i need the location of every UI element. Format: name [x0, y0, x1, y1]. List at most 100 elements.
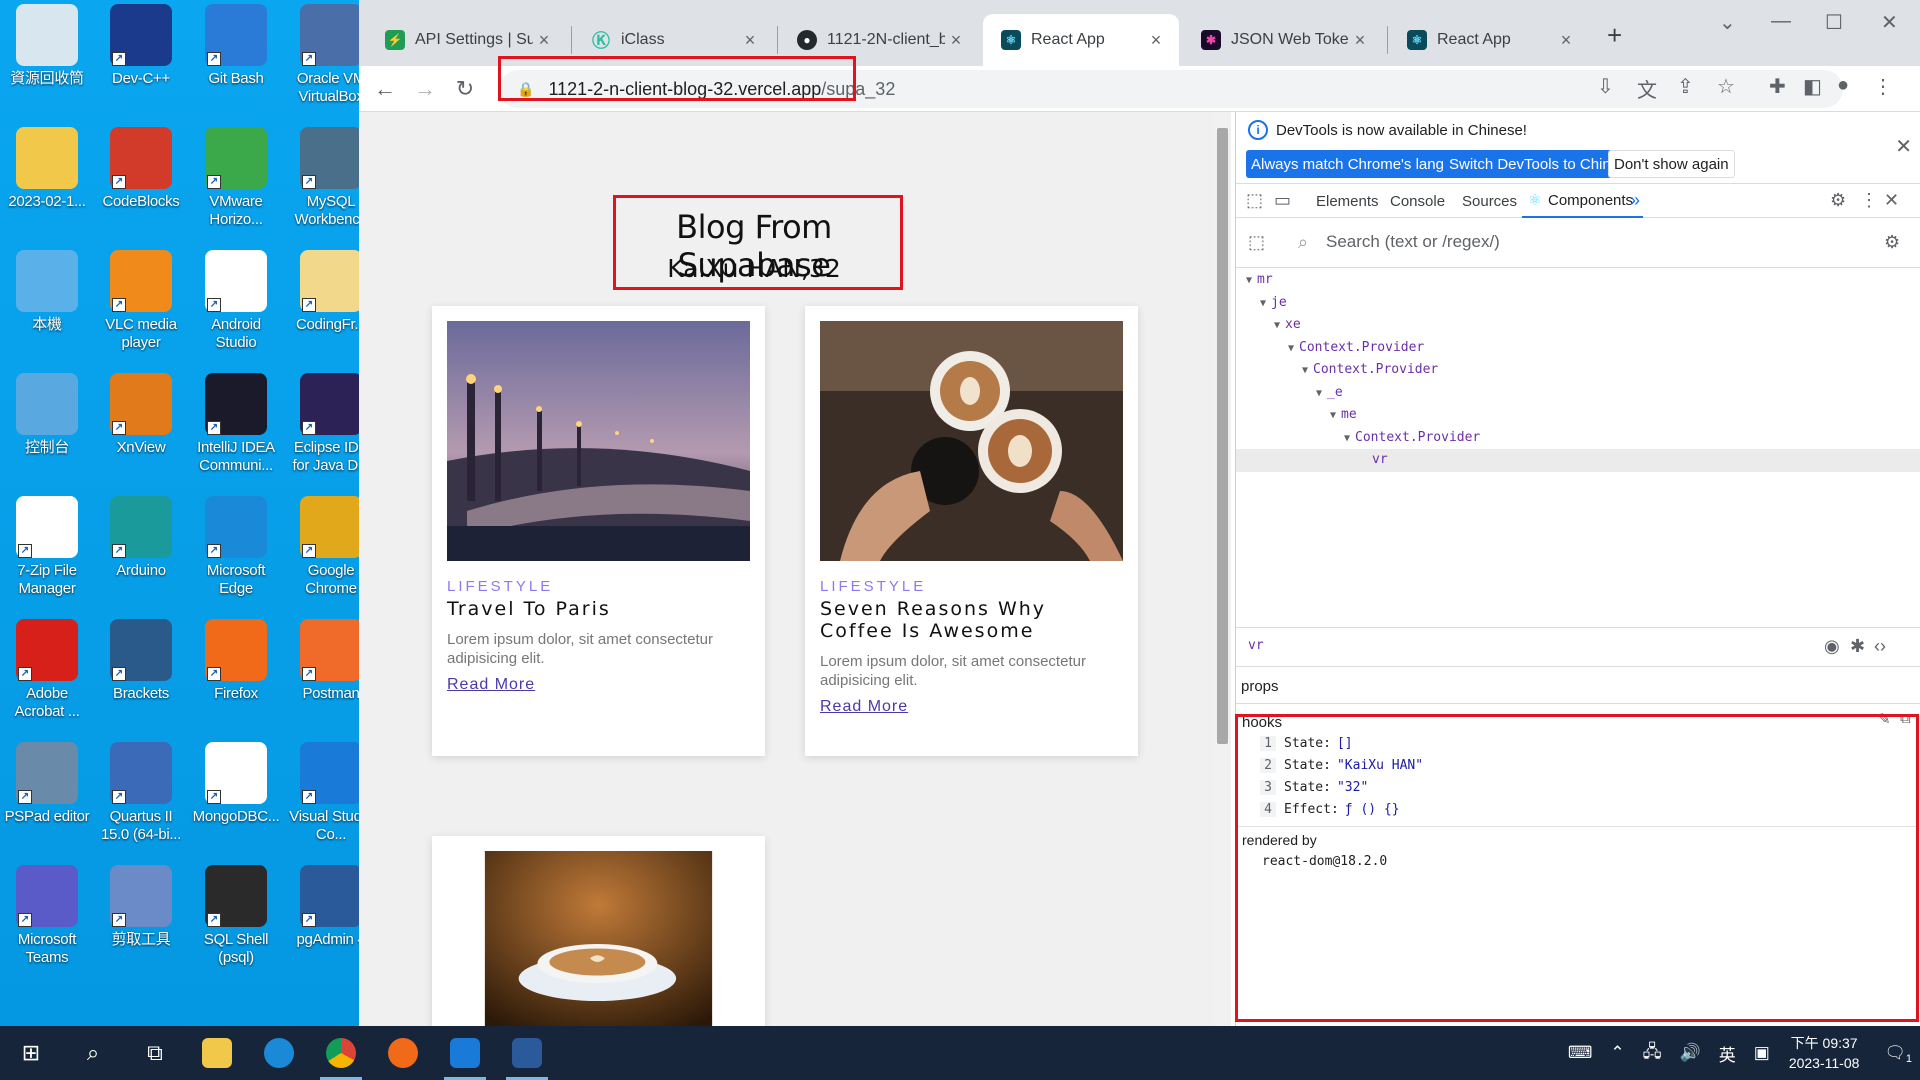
menu-kebab-icon[interactable]: ⋮ — [1873, 74, 1893, 99]
inspect-element-icon[interactable]: ⬚ — [1246, 190, 1263, 211]
close-icon[interactable]: × — [1349, 30, 1371, 51]
tab-jwt[interactable]: ✱ JSON Web Token × — [1183, 14, 1383, 66]
desktop-icon[interactable]: 控制台 — [0, 369, 94, 487]
settings-gear-icon[interactable]: ⚙ — [1830, 190, 1846, 211]
reload-button[interactable]: ↻ — [445, 69, 485, 109]
forward-button[interactable]: → — [405, 69, 445, 109]
dont-show-again-button[interactable]: Don't show again — [1608, 150, 1735, 178]
page-scrollbar[interactable] — [1214, 112, 1231, 1026]
desktop-icon[interactable]: ↗ VLC media player — [94, 246, 188, 364]
tab-components[interactable]: ⚛ Components — [1522, 184, 1644, 218]
read-more-link[interactable]: Read More — [447, 676, 535, 694]
start-button[interactable]: ⊞ — [0, 1026, 62, 1080]
search-input[interactable]: Search (text or /regex/) — [1326, 232, 1500, 252]
desktop-icon[interactable]: ↗ Brackets — [94, 615, 188, 733]
desktop-icon[interactable]: ↗ SQL Shell (psql) — [189, 861, 283, 979]
ime-mode-icon[interactable]: ▣ — [1754, 1043, 1770, 1063]
desktop-icon[interactable]: ↗ Android Studio — [189, 246, 283, 364]
extensions-icon[interactable]: ✚ — [1769, 74, 1786, 99]
tree-node[interactable]: ▼ _e — [1236, 382, 1920, 405]
settings-gear-icon[interactable]: ⚙ — [1884, 232, 1900, 253]
bookmark-star-icon[interactable]: ☆ — [1717, 74, 1735, 99]
back-button[interactable]: ← — [365, 69, 405, 109]
task-view-icon[interactable]: ⧉ — [124, 1026, 186, 1080]
install-icon[interactable]: ⇩ — [1597, 74, 1614, 99]
tab-elements[interactable]: Elements — [1316, 184, 1379, 218]
taskbar-vscode[interactable] — [434, 1026, 496, 1080]
desktop-icon[interactable]: ↗ XnView — [94, 369, 188, 487]
desktop-icon[interactable]: ↗ IntelliJ IDEA Communi... — [189, 369, 283, 487]
maximize-button[interactable]: ☐ — [1825, 10, 1843, 35]
desktop-icon[interactable]: ↗ Eclipse IDE for Java D... — [284, 369, 359, 487]
minimize-button[interactable]: — — [1771, 10, 1791, 33]
tab-console[interactable]: Console — [1390, 184, 1445, 218]
more-options-icon[interactable]: ⋮ — [1860, 190, 1878, 211]
tab-react-app[interactable]: ⚛ React App × — [1389, 14, 1589, 66]
tree-node-selected[interactable]: vr — [1236, 449, 1920, 472]
tree-node[interactable]: ▼ Context.Provider — [1236, 427, 1920, 450]
desktop-icon[interactable]: ↗ CodingFr... — [284, 246, 359, 364]
tree-node[interactable]: ▼ Context.Provider — [1236, 337, 1920, 360]
desktop-icon[interactable]: ↗ Dev-C++ — [94, 0, 188, 118]
taskbar-file-explorer[interactable] — [186, 1026, 248, 1080]
profile-avatar-icon[interactable]: ● — [1837, 74, 1849, 97]
desktop-icon[interactable]: ↗ Git Bash — [189, 0, 283, 118]
tree-node[interactable]: ▼ xe — [1236, 314, 1920, 337]
desktop-icon[interactable]: ↗ MongoDBC... — [189, 738, 283, 856]
desktop-icon[interactable]: ↗ Microsoft Teams — [0, 861, 94, 979]
desktop-icon[interactable]: ↗ Microsoft Edge — [189, 492, 283, 610]
close-icon[interactable]: ✕ — [1895, 134, 1912, 159]
volume-icon[interactable]: 🔊 — [1680, 1043, 1701, 1063]
desktop-icon[interactable]: ↗ Adobe Acrobat ... — [0, 615, 94, 733]
tree-node[interactable]: ▼ me — [1236, 404, 1920, 427]
taskbar-chrome[interactable] — [310, 1026, 372, 1080]
read-more-link[interactable]: Read More — [820, 698, 908, 716]
desktop-icon[interactable]: ↗ pgAdmin 4 — [284, 861, 359, 979]
notification-icon[interactable]: 🗨 1 — [1884, 1043, 1912, 1065]
desktop-icon[interactable]: ↗ Postman — [284, 615, 359, 733]
tab-react-app-active[interactable]: ⚛ React App × — [983, 14, 1179, 66]
chevron-up-icon[interactable]: ⌃ — [1610, 1043, 1624, 1063]
search-icon[interactable]: ⌕ — [62, 1026, 124, 1080]
desktop-icon[interactable]: ↗ Arduino — [94, 492, 188, 610]
desktop-icon[interactable]: 資源回收筒 — [0, 0, 94, 118]
desktop-icon[interactable]: ↗ Google Chrome — [284, 492, 359, 610]
close-icon[interactable]: × — [533, 30, 555, 51]
network-icon[interactable]: 🖧 — [1643, 1039, 1662, 1068]
more-tabs-icon[interactable]: » — [1630, 190, 1640, 211]
desktop-icon[interactable]: 本機 — [0, 246, 94, 364]
desktop-icon[interactable]: ↗ Visual Studio Co... — [284, 738, 359, 856]
keyboard-icon[interactable]: ⌨ — [1568, 1043, 1593, 1063]
tree-node[interactable]: ▼ je — [1236, 292, 1920, 315]
desktop-icon[interactable]: ↗ CodeBlocks — [94, 123, 188, 241]
desktop-icon[interactable]: ↗ VMware Horizo... — [189, 123, 283, 241]
device-toolbar-icon[interactable]: ▭ — [1274, 190, 1291, 211]
tree-node[interactable]: ▼ Context.Provider — [1236, 359, 1920, 382]
tab-search-icon[interactable]: ⌄ — [1719, 10, 1736, 35]
share-icon[interactable]: ⇪ — [1677, 74, 1694, 99]
close-devtools-icon[interactable]: ✕ — [1884, 190, 1899, 211]
desktop-icon[interactable]: ↗ MySQL Workbench — [284, 123, 359, 241]
desktop-icon[interactable]: ↗ Firefox — [189, 615, 283, 733]
side-panel-icon[interactable]: ◧ — [1803, 74, 1822, 99]
close-icon[interactable]: × — [945, 30, 967, 51]
taskbar-pgadmin[interactable] — [496, 1026, 558, 1080]
close-window-button[interactable]: ✕ — [1881, 10, 1898, 35]
close-icon[interactable]: × — [1555, 30, 1577, 51]
tree-node[interactable]: ▼ mr — [1236, 269, 1920, 292]
translate-icon[interactable]: 文 — [1637, 74, 1657, 103]
source-code-icon[interactable]: ‹› — [1874, 636, 1886, 657]
desktop-icon[interactable]: ↗ Oracle VM VirtualBox — [284, 0, 359, 118]
scrollbar-thumb[interactable] — [1217, 128, 1228, 744]
desktop-icon[interactable]: ↗ 7-Zip File Manager — [0, 492, 94, 610]
ime-indicator[interactable]: 英 — [1719, 1041, 1736, 1066]
taskbar-firefox[interactable] — [372, 1026, 434, 1080]
bug-icon[interactable]: ✱ — [1850, 636, 1865, 657]
desktop-icon[interactable]: ↗ PSPad editor — [0, 738, 94, 856]
clock[interactable]: 下午 09:37 2023-11-08 — [1789, 1033, 1860, 1073]
eye-icon[interactable]: ◉ — [1824, 636, 1840, 657]
tab-sources[interactable]: Sources — [1462, 184, 1517, 218]
close-icon[interactable]: × — [1145, 30, 1167, 51]
desktop-icon[interactable]: ↗ 剪取工具 — [94, 861, 188, 979]
close-icon[interactable]: × — [739, 30, 761, 51]
